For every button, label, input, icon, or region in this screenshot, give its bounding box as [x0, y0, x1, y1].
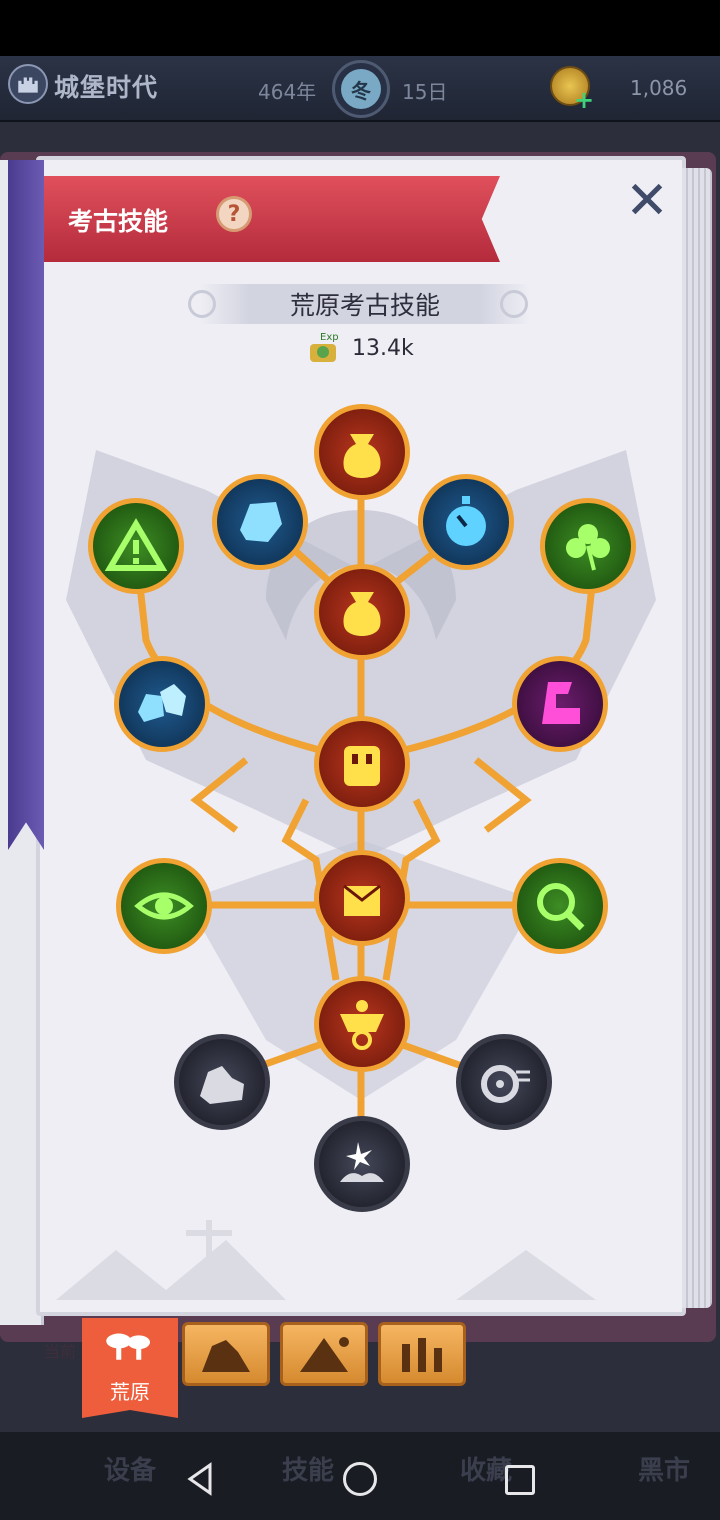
ruins-region-icon [402, 1338, 442, 1372]
system-recents-button[interactable] [505, 1465, 535, 1495]
game-title: 城堡时代 [54, 73, 159, 102]
skill-wheel[interactable] [456, 1034, 552, 1130]
season-label: 冬 [341, 69, 381, 109]
close-button[interactable]: ✕ [622, 175, 672, 227]
behind-label: 当前 [44, 1342, 77, 1361]
book-page-edges [682, 168, 712, 1308]
wasteland-region-icon [106, 1333, 150, 1360]
crystal-icon [240, 502, 282, 542]
stopwatch-icon [446, 496, 486, 546]
gold-pouch-icon [343, 592, 381, 636]
system-home-button[interactable] [343, 1462, 377, 1496]
day-label: 15日 [402, 80, 448, 104]
skill-tree-subtitle: 荒原考古技能 [289, 291, 440, 320]
skill-satchel[interactable] [314, 850, 410, 946]
skill-crystals[interactable] [114, 656, 210, 752]
landscape-decoration [56, 1220, 596, 1300]
year-label: 464年 [258, 80, 317, 104]
skill-speed-boot[interactable] [512, 656, 608, 752]
gold-pouch-top-icon [343, 434, 381, 478]
magnifier-icon [537, 883, 585, 931]
gold-cart-icon [340, 1000, 384, 1050]
gold-amount: 1,086 [630, 76, 688, 100]
skill-backpack[interactable] [314, 716, 410, 812]
panel-title: 考古技能 [68, 207, 169, 236]
skill-crystal[interactable] [212, 474, 308, 570]
region-tab-ruins[interactable] [378, 1322, 466, 1386]
region-tab-rocks[interactable] [182, 1322, 270, 1386]
clover-icon [566, 524, 610, 571]
skill-magnifier[interactable] [512, 858, 608, 954]
help-button[interactable]: ? [216, 196, 252, 232]
add-gold-button[interactable]: + [574, 86, 594, 114]
system-back-button[interactable] [186, 1462, 214, 1496]
crystals-icon [138, 684, 186, 722]
nav-black-market[interactable]: 黑市 [638, 1450, 690, 1487]
speed-boot-icon [542, 682, 580, 724]
season-badge[interactable]: 冬 [332, 60, 390, 118]
wheel-icon [481, 1065, 530, 1103]
skill-gold-pouch-top[interactable] [314, 404, 410, 500]
pyramid-region-icon [300, 1337, 349, 1372]
skill-warning[interactable] [88, 498, 184, 594]
nav-equipment[interactable]: 设备 [104, 1450, 156, 1487]
region-tab-wasteland-label: 荒原 [110, 1380, 150, 1404]
nav-skills[interactable]: 技能 [282, 1450, 334, 1487]
skill-eye[interactable] [116, 858, 212, 954]
skill-rocks[interactable] [174, 1034, 270, 1130]
warning-icon [104, 518, 168, 571]
status-bar [0, 0, 720, 56]
skill-stopwatch[interactable] [418, 474, 514, 570]
skill-gold-pouch[interactable] [314, 564, 410, 660]
region-tab-pyramid[interactable] [280, 1322, 368, 1386]
skill-clover[interactable] [540, 498, 636, 594]
backpack-icon [344, 746, 380, 786]
eye-icon [134, 892, 194, 920]
skill-gold-cart[interactable] [314, 976, 410, 1072]
game-header: 城堡时代 464年 冬 15日 + 1,086 [0, 56, 720, 122]
satchel-icon [343, 884, 381, 916]
rocks-icon [200, 1066, 244, 1104]
castle-icon[interactable] [8, 64, 48, 104]
rock-region-icon [202, 1340, 250, 1372]
